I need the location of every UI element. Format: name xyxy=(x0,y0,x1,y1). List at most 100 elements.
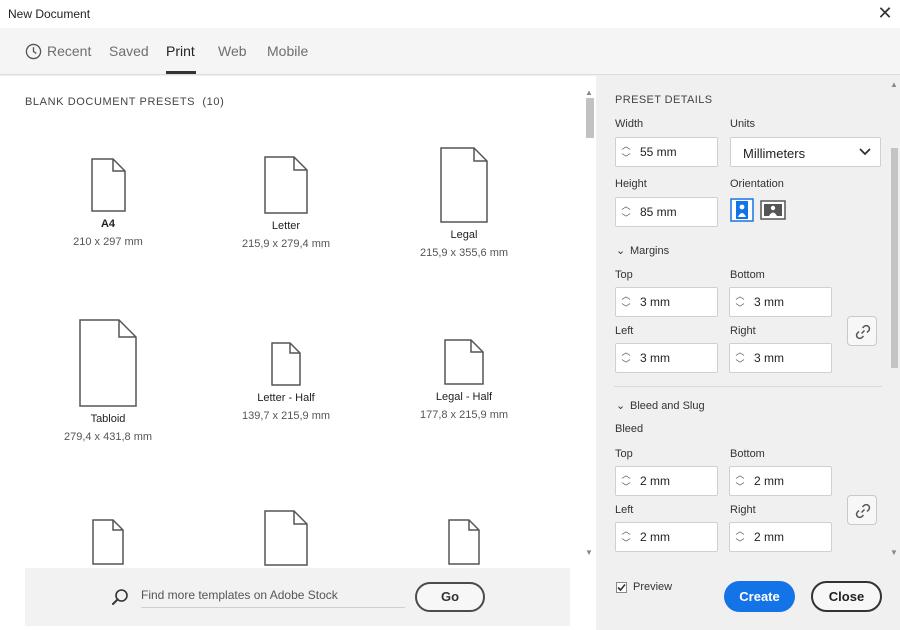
bleed-left-label: Left xyxy=(615,504,634,516)
chevron-down-icon[interactable]: ﹀ xyxy=(732,358,748,370)
preview-checkbox[interactable] xyxy=(616,582,627,593)
scroll-down-icon[interactable]: ▼ xyxy=(890,548,898,557)
scroll-up-icon[interactable]: ▲ xyxy=(585,88,593,97)
margin-right-input[interactable] xyxy=(754,348,818,368)
chevron-up-icon[interactable]: ︿ xyxy=(618,200,634,212)
bleed-left-field: ︿ ﹀ xyxy=(615,522,718,552)
margin-top-stepper[interactable]: ︿ ﹀ xyxy=(618,290,634,314)
bleed-right-input[interactable] xyxy=(754,527,818,547)
chevron-down-icon[interactable]: ﹀ xyxy=(732,537,748,549)
preset-details-panel: PRESET DETAILS Width ︿﹀ Units Millimeter… xyxy=(596,76,900,630)
details-scrollbar[interactable]: ▲ ▼ xyxy=(888,76,900,561)
chevron-up-icon[interactable]: ︿ xyxy=(618,290,634,302)
chevron-down-icon[interactable]: ﹀ xyxy=(618,358,634,370)
create-button[interactable]: Create xyxy=(724,581,795,612)
close-button[interactable]: Close xyxy=(811,581,882,612)
close-icon[interactable]: ✕ xyxy=(874,3,896,25)
bleed-top-stepper[interactable]: ︿ ﹀ xyxy=(618,469,634,493)
height-stepper[interactable]: ︿ ﹀ xyxy=(618,200,634,224)
preset-item-7[interactable] xyxy=(18,519,198,565)
document-icon xyxy=(92,519,124,565)
chevron-up-icon[interactable]: ︿ xyxy=(618,346,634,358)
margin-bottom-stepper[interactable]: ︿ ﹀ xyxy=(732,290,748,314)
height-label: Height xyxy=(615,178,647,190)
chevron-up-icon[interactable]: ︿ xyxy=(618,469,634,481)
chevron-up-icon[interactable]: ︿ xyxy=(732,346,748,358)
stock-search-bar: Go xyxy=(25,568,570,626)
units-label: Units xyxy=(730,118,756,130)
chevron-down-icon[interactable]: ﹀ xyxy=(618,152,634,164)
link-bleed-button[interactable] xyxy=(847,495,877,525)
link-margins-button[interactable] xyxy=(847,316,877,346)
chevron-down-icon[interactable]: ﹀ xyxy=(618,481,634,493)
tab-recent[interactable]: Recent xyxy=(47,43,91,59)
bleed-top-label: Top xyxy=(615,448,633,460)
landscape-orientation-icon[interactable] xyxy=(760,198,786,222)
presets-panel: BLANK DOCUMENT PRESETS (10) A4 210 x 297… xyxy=(0,76,596,630)
preset-letter-half[interactable]: Letter - Half 139,7 x 215,9 mm xyxy=(196,342,376,422)
section-divider xyxy=(614,386,882,387)
margin-top-input[interactable] xyxy=(640,292,704,312)
stock-search-input[interactable] xyxy=(141,582,405,608)
preset-tabloid[interactable]: Tabloid 279,4 x 431,8 mm xyxy=(18,319,198,443)
chevron-down-icon[interactable]: ﹀ xyxy=(618,212,634,224)
preset-legal[interactable]: Legal 215,9 x 355,6 mm xyxy=(374,147,554,259)
preset-a4[interactable]: A4 210 x 297 mm xyxy=(18,158,198,248)
scrollbar-thumb[interactable] xyxy=(891,148,898,368)
bleed-and-slug-toggle[interactable]: ⌄ Bleed and Slug xyxy=(616,399,705,412)
chevron-down-icon[interactable]: ﹀ xyxy=(618,302,634,314)
tab-web[interactable]: Web xyxy=(218,43,247,59)
height-input[interactable] xyxy=(640,202,704,222)
bleed-label: Bleed xyxy=(615,423,644,435)
scroll-down-icon[interactable]: ▼ xyxy=(585,548,593,557)
bleed-bottom-stepper[interactable]: ︿ ﹀ xyxy=(732,469,748,493)
bleed-top-input[interactable] xyxy=(640,471,704,491)
go-button[interactable]: Go xyxy=(415,582,485,612)
margin-right-stepper[interactable]: ︿ ﹀ xyxy=(732,346,748,370)
units-selected: Millimeters xyxy=(743,146,806,161)
tab-print[interactable]: Print xyxy=(166,43,195,59)
chevron-down-icon[interactable]: ﹀ xyxy=(732,481,748,493)
link-icon xyxy=(855,324,871,340)
width-stepper[interactable]: ︿ ﹀ xyxy=(618,140,634,164)
tab-saved[interactable]: Saved xyxy=(109,43,149,59)
preset-item-9[interactable] xyxy=(374,519,554,565)
bleed-right-label: Right xyxy=(730,504,756,516)
margin-bottom-input[interactable] xyxy=(754,292,818,312)
bleed-left-input[interactable] xyxy=(640,527,704,547)
width-field: ︿ ﹀ xyxy=(615,137,718,167)
new-document-dialog: New Document ✕ Recent Saved Print Web Mo… xyxy=(0,0,900,630)
clock-icon[interactable] xyxy=(25,43,42,60)
preset-letter[interactable]: Letter 215,9 x 279,4 mm xyxy=(196,156,376,250)
bleed-right-stepper[interactable]: ︿ ﹀ xyxy=(732,525,748,549)
bleed-bottom-input[interactable] xyxy=(754,471,818,491)
chevron-up-icon[interactable]: ︿ xyxy=(618,140,634,152)
margin-left-stepper[interactable]: ︿ ﹀ xyxy=(618,346,634,370)
bleed-left-stepper[interactable]: ︿ ﹀ xyxy=(618,525,634,549)
scroll-up-icon[interactable]: ▲ xyxy=(890,80,898,89)
bleed-bottom-field: ︿ ﹀ xyxy=(729,466,832,496)
presets-scrollbar[interactable]: ▲ ▼ xyxy=(583,88,596,558)
chevron-down-icon[interactable]: ﹀ xyxy=(618,537,634,549)
chevron-up-icon[interactable]: ︿ xyxy=(732,469,748,481)
units-dropdown[interactable]: Millimeters xyxy=(730,137,881,167)
chevron-down-icon: ⌄ xyxy=(616,400,626,412)
chevron-up-icon[interactable]: ︿ xyxy=(732,290,748,302)
portrait-orientation-icon[interactable] xyxy=(730,198,754,222)
scrollbar-thumb[interactable] xyxy=(586,98,594,138)
document-icon xyxy=(448,519,480,565)
margin-top-field: ︿ ﹀ xyxy=(615,287,718,317)
margin-left-input[interactable] xyxy=(640,348,704,368)
margins-toggle[interactable]: ⌄ Margins xyxy=(616,244,669,257)
tab-mobile[interactable]: Mobile xyxy=(267,43,308,59)
document-icon xyxy=(271,342,301,386)
chevron-up-icon[interactable]: ︿ xyxy=(618,525,634,537)
chevron-down-icon xyxy=(859,148,871,156)
chevron-up-icon[interactable]: ︿ xyxy=(732,525,748,537)
height-field: ︿ ﹀ xyxy=(615,197,718,227)
width-input[interactable] xyxy=(640,142,704,162)
preset-legal-half[interactable]: Legal - Half 177,8 x 215,9 mm xyxy=(374,339,554,421)
chevron-down-icon: ⌄ xyxy=(616,245,626,257)
chevron-down-icon[interactable]: ﹀ xyxy=(732,302,748,314)
preset-item-8[interactable] xyxy=(196,510,376,566)
